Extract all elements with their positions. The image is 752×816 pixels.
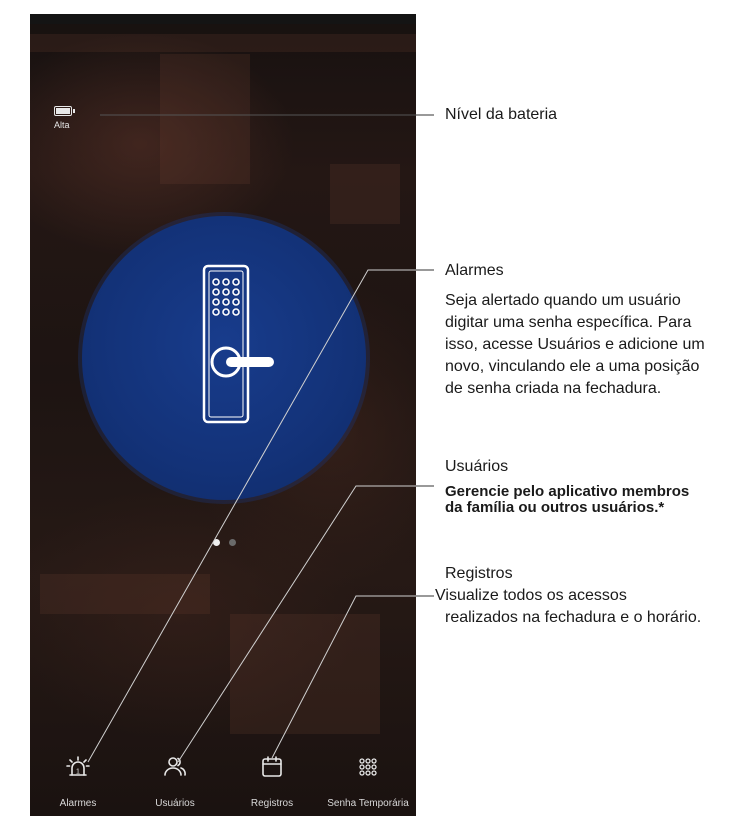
callout-line-records xyxy=(271,595,434,759)
annotation-records-line: realizados na fechadura e o horário. xyxy=(445,609,702,626)
annotation-users-line: da família ou outros usuários.* xyxy=(445,499,665,516)
annotation-battery-title: Nível da bateria xyxy=(445,106,558,123)
annotation-alarms-line: Seja alertado quando um usuário xyxy=(445,292,681,309)
annotation-alarms-title: Alarmes xyxy=(445,262,504,279)
annotation-alarms-line: digitar uma senha específica. Para xyxy=(445,314,692,331)
callout-lines xyxy=(87,114,434,763)
annotation-alarms-line: isso, acesse Usuários e adicione um xyxy=(445,336,705,353)
annotation-records-title: Registros xyxy=(445,565,513,582)
callout-line-users xyxy=(177,485,434,763)
callout-line-alarms xyxy=(87,269,434,763)
annotation-alarms: Alarmes Seja alertado quando um usuário … xyxy=(445,262,705,400)
annotation-alarms-line: novo, vinculando ele a uma posição xyxy=(445,358,700,375)
annotation-users-line: Gerencie pelo aplicativo membros xyxy=(445,483,690,500)
annotation-alarms-line: de senha criada na fechadura. xyxy=(445,380,662,397)
annotation-records-line: Visualize todos os acessos xyxy=(435,587,627,604)
annotation-records: Registros Visualize todos os acessos rea… xyxy=(435,565,702,629)
annotation-users-title: Usuários xyxy=(445,458,509,475)
annotation-users: Usuários Gerencie pelo aplicativo membro… xyxy=(445,458,689,516)
annotation-battery: Nível da bateria xyxy=(445,106,557,124)
